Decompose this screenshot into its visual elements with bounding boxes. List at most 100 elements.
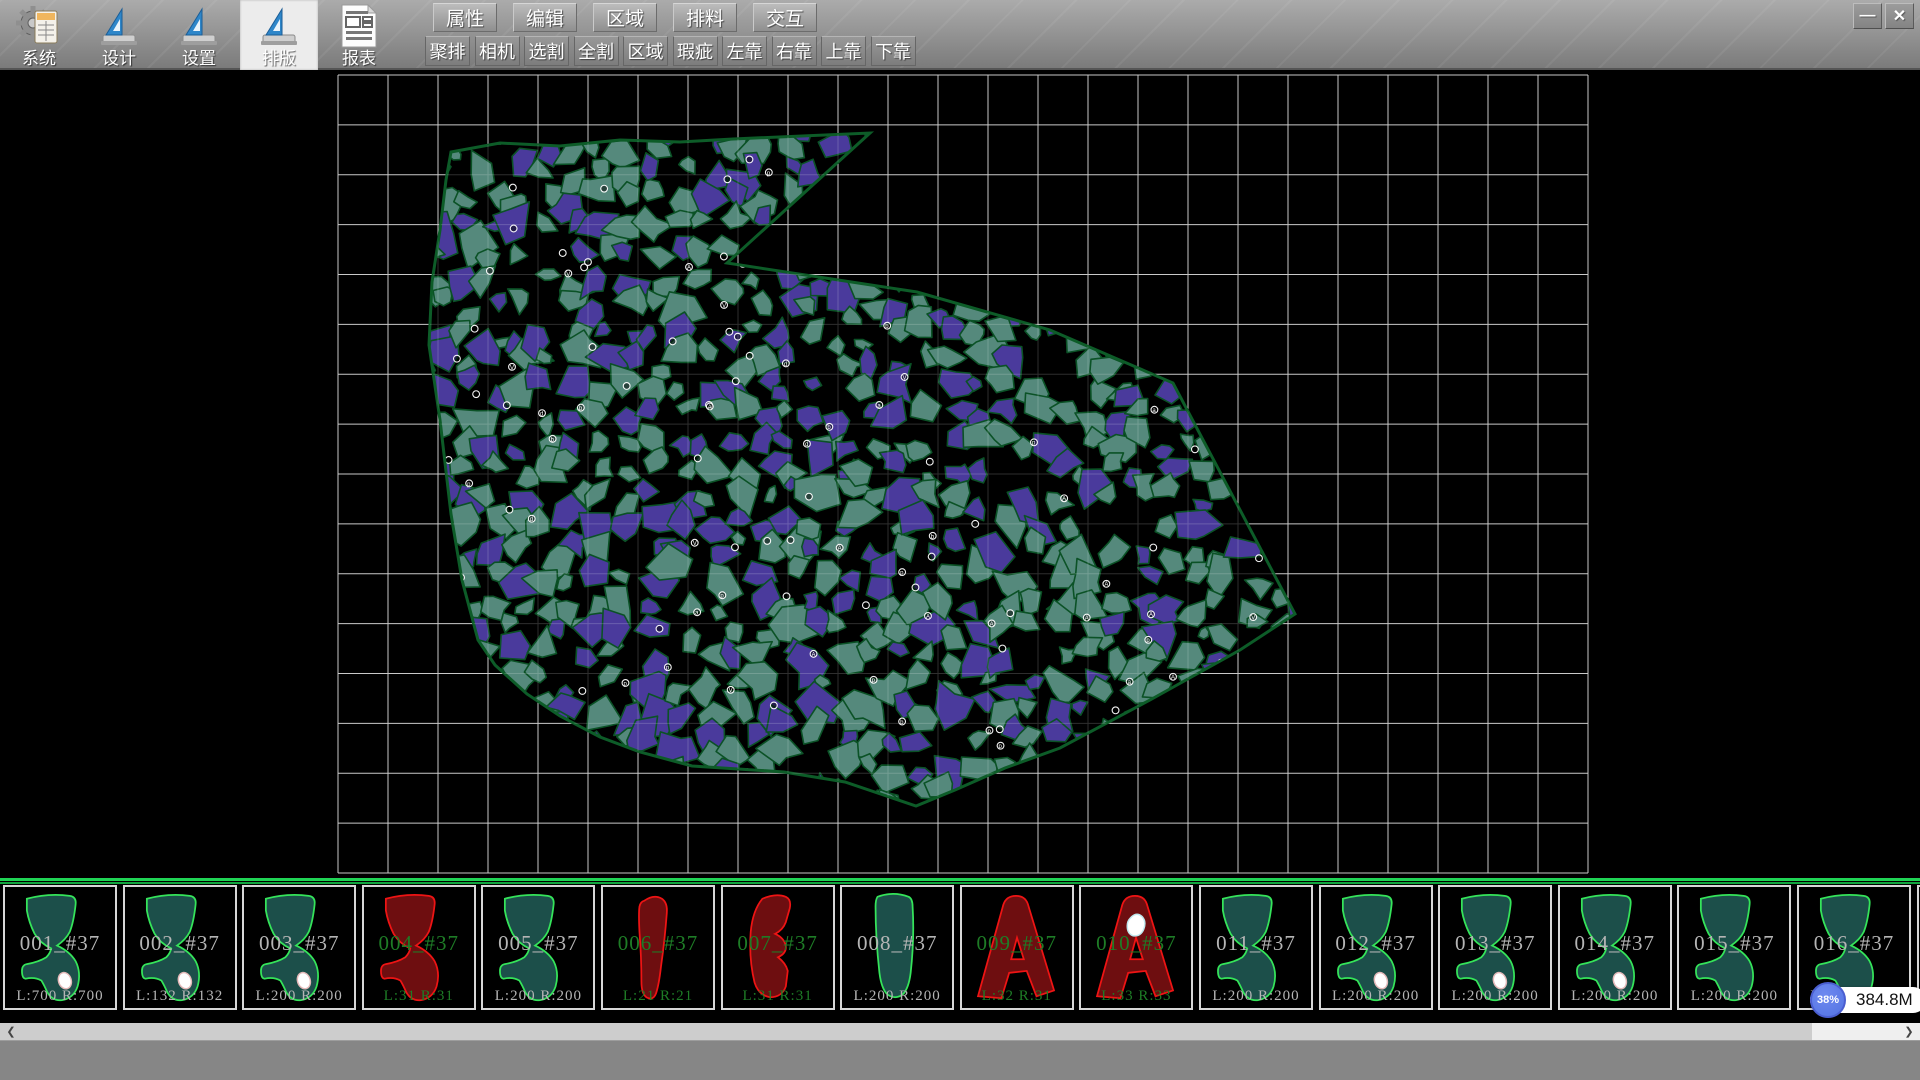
tool-button-9[interactable]: 上靠 (821, 36, 866, 66)
part-counts: L:200 R:200 (1201, 988, 1311, 1005)
svg-text:V: V (580, 796, 584, 802)
part-thumbnail-12[interactable]: 012_#37 L:200 R:200 (1319, 885, 1433, 1010)
tool-button-4[interactable]: 全割 (574, 36, 619, 66)
svg-text:A: A (890, 160, 894, 166)
svg-text:a: a (441, 163, 445, 169)
part-thumbnail-4[interactable]: 004_#37L:31 R:31 (362, 885, 476, 1010)
tool-button-1[interactable]: 聚排 (425, 36, 470, 66)
status-bar (0, 1040, 1920, 1080)
app-button-3[interactable]: 设置 (160, 0, 238, 70)
part-counts: L:200 R:200 (1560, 988, 1670, 1005)
part-thumbnail-1[interactable]: 001_#37L:700 R:700 (3, 885, 117, 1010)
app-button-4[interactable]: 排版 (240, 0, 318, 70)
svg-text:A: A (990, 622, 994, 628)
svg-text:A: A (812, 652, 816, 658)
part-thumbnail-2[interactable]: 002_#37L:132 R:132 (123, 885, 237, 1010)
parts-strip: 001_#37L:700 R:700002_#37L:132 R:132003_… (0, 878, 1920, 1023)
horizontal-scrollbar[interactable]: ❮ ❯ (0, 1023, 1920, 1040)
app-button-1[interactable]: 系统 (0, 0, 78, 70)
part-name: 014_#37 (1560, 931, 1670, 956)
svg-text:d: d (805, 442, 808, 448)
part-name: 001_#37 (5, 931, 115, 956)
tool-button-8[interactable]: 右靠 (772, 36, 817, 66)
tool-button-2[interactable]: 相机 (475, 36, 520, 66)
svg-text:p: p (931, 271, 935, 277)
svg-text:V: V (1257, 507, 1261, 513)
part-thumbnail-10[interactable]: 010_#37L:33 R:33 (1079, 885, 1193, 1010)
ruler-icon (177, 3, 221, 49)
part-thumbnail-15[interactable]: 015_#37L:200 R:200 (1677, 885, 1791, 1010)
part-name: 004_#37 (364, 931, 474, 956)
scroll-left-arrow-icon[interactable]: ❮ (0, 1023, 22, 1040)
part-counts: L:200 R:200 (1321, 988, 1431, 1005)
part-thumbnail-5[interactable]: 005_#37L:200 R:200 (481, 885, 595, 1010)
progress-badge[interactable]: 384.8M 38% (1806, 981, 1920, 1021)
strip-separator-line-2 (0, 882, 1920, 884)
svg-text:A: A (820, 184, 824, 190)
menu-button-3[interactable]: 区域 (593, 3, 657, 32)
menu-button-4[interactable]: 排料 (673, 3, 737, 32)
tool-button-5[interactable]: 区域 (623, 36, 668, 66)
tool-button-7[interactable]: 左靠 (722, 36, 767, 66)
svg-text:V: V (996, 154, 1000, 160)
scrollbar-thumb[interactable] (22, 1023, 1812, 1040)
svg-text:V: V (1251, 616, 1255, 622)
svg-text:d: d (540, 412, 543, 418)
part-thumbnail-14[interactable]: 014_#37 L:200 R:200 (1558, 885, 1672, 1010)
svg-text:b: b (1291, 671, 1295, 677)
svg-text:d: d (1217, 706, 1220, 712)
svg-text:A: A (1171, 675, 1175, 681)
tool-button-3[interactable]: 选割 (524, 36, 569, 66)
nesting-canvas-svg: VVVVpVApppbaVdpbAbVAAAVpbbddpadpVAdbAaVA… (0, 70, 1920, 878)
svg-text:A: A (1149, 613, 1153, 619)
svg-text:V: V (510, 365, 514, 371)
svg-text:V: V (439, 553, 443, 559)
part-name: 002_#37 (125, 931, 235, 956)
svg-text:A: A (1062, 497, 1066, 503)
part-counts: L:200 R:200 (244, 988, 354, 1005)
app-button-label: 设计 (102, 49, 136, 69)
memory-value: 384.8M (1856, 990, 1913, 1010)
part-name: 008_#37 (842, 931, 952, 956)
part-counts: L:31 R:31 (723, 988, 833, 1005)
part-thumbnail-13[interactable]: 013_#37L:200 R:200 (1438, 885, 1552, 1010)
nesting-canvas[interactable]: VVVVpVApppbaVdpbAbVAAAVpbbddpadpVAdbAaVA… (0, 70, 1920, 878)
part-name: 009_#37 (962, 931, 1072, 956)
gear-document-icon (15, 3, 63, 49)
part-thumbnail-7[interactable]: 007_#37L:31 R:31 (721, 885, 835, 1010)
strip-separator-line (0, 878, 1920, 881)
ruler-icon (97, 3, 141, 49)
part-name: 006_#37 (603, 931, 713, 956)
menu-button-2[interactable]: 编辑 (513, 3, 577, 32)
part-thumbnail-8[interactable]: 008_#37L:200 R:200 (840, 885, 954, 1010)
app-button-label: 设置 (182, 49, 216, 69)
part-thumbnail-11[interactable]: 011_#37 L:200 R:200 (1199, 885, 1313, 1010)
part-thumbnail-6[interactable]: 006_#37 L:21 R:21 (601, 885, 715, 1010)
svg-text:A: A (926, 614, 930, 620)
scroll-right-arrow-icon[interactable]: ❯ (1898, 1023, 1920, 1040)
tool-button-6[interactable]: 瑕疵 (673, 36, 718, 66)
part-thumbnail-9[interactable]: 009_#37L:32 R:31 (960, 885, 1074, 1010)
svg-text:A: A (708, 405, 712, 411)
part-name: 011_#37 (1201, 931, 1311, 956)
svg-text:b: b (1076, 275, 1080, 281)
app-button-2[interactable]: 设计 (80, 0, 158, 70)
menu-button-1[interactable]: 属性 (433, 3, 497, 32)
progress-percent: 38% (1817, 994, 1839, 1006)
part-name: 013_#37 (1440, 931, 1550, 956)
part-thumbnail-3[interactable]: 003_#37L:200 R:200 (242, 885, 356, 1010)
svg-text:a: a (1014, 798, 1018, 804)
tool-button-10[interactable]: 下靠 (871, 36, 916, 66)
report-icon (338, 3, 380, 49)
svg-text:p: p (442, 700, 446, 706)
app-button-label: 报表 (342, 49, 376, 69)
menu-button-5[interactable]: 交互 (753, 3, 817, 32)
app-button-5[interactable]: 报表 (320, 0, 398, 70)
minimize-button[interactable]: — (1853, 3, 1882, 29)
part-name: 012_#37 (1321, 931, 1431, 956)
app-button-label: 系统 (22, 49, 56, 69)
part-counts: L:21 R:21 (603, 988, 713, 1005)
ruler-icon (257, 3, 301, 49)
close-button[interactable]: ✕ (1885, 3, 1914, 29)
part-name: 010_#37 (1081, 931, 1191, 956)
